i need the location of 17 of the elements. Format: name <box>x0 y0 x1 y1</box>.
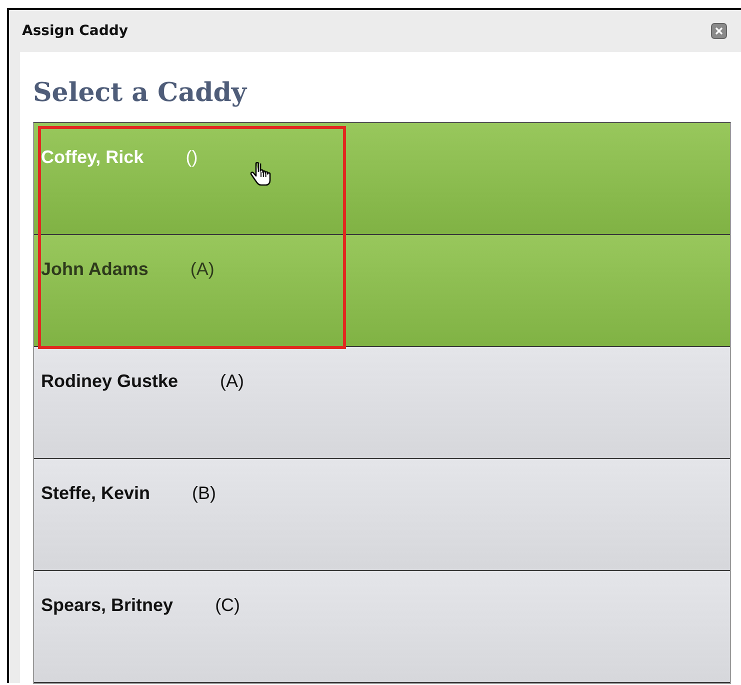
caddy-row[interactable]: Spears, Britney (C) <box>34 571 730 683</box>
caddy-name: Steffe, Kevin <box>41 483 150 504</box>
close-icon[interactable] <box>711 23 727 39</box>
caddy-grade: (A) <box>190 259 214 280</box>
caddy-grade: (A) <box>220 371 244 392</box>
caddy-grade: (C) <box>215 595 240 616</box>
caddy-grade: (B) <box>192 483 216 504</box>
caddy-row[interactable]: John Adams (A) <box>34 235 730 347</box>
dialog-heading: Select a Caddy <box>33 77 248 110</box>
caddy-name: Rodiney Gustke <box>41 371 178 392</box>
window-title: Assign Caddy <box>22 23 128 39</box>
caddy-grade: () <box>186 147 198 168</box>
caddy-row[interactable]: Steffe, Kevin (B) <box>34 459 730 571</box>
caddy-name: Coffey, Rick <box>41 147 144 168</box>
caddy-name: Spears, Britney <box>41 595 174 616</box>
caddy-row[interactable]: Rodiney Gustke (A) <box>34 347 730 459</box>
caddy-name: John Adams <box>41 259 148 280</box>
